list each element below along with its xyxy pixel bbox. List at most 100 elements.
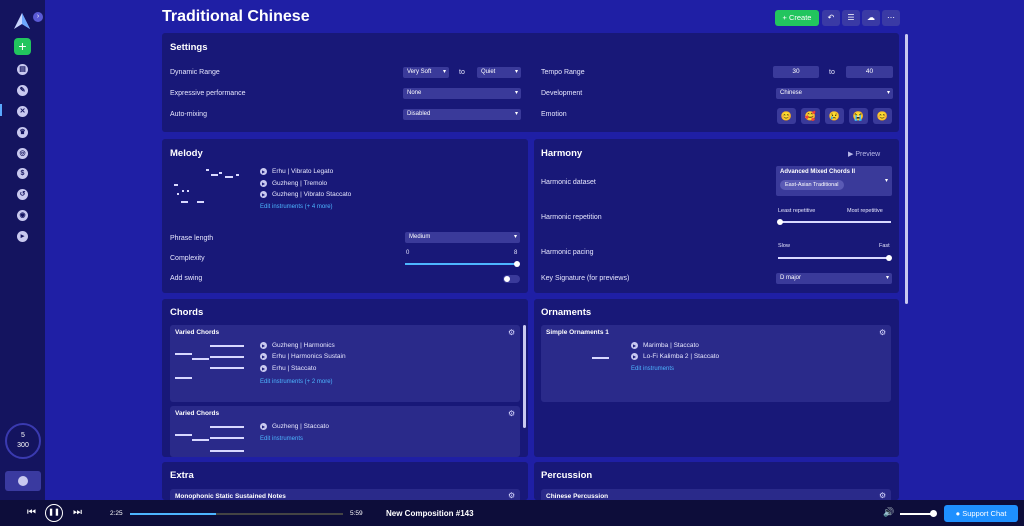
swing-toggle-knob (504, 276, 510, 282)
repetition-max-label: Most repetitive (847, 208, 883, 214)
chords-block-1-instrument-1[interactable]: Guzheng | Harmonics (260, 342, 335, 349)
progress-bar[interactable] (130, 513, 343, 515)
emotion-happy-button[interactable]: 😊 (777, 108, 796, 124)
melody-edit-instruments-link[interactable]: Edit instruments (+ 4 more) (260, 204, 333, 210)
pacing-slider-knob[interactable] (886, 255, 892, 261)
chords-block-1-instrument-2[interactable]: Erhu | Harmonics Sustain (260, 353, 346, 360)
credits-bottom: 300 (17, 442, 29, 449)
credits-indicator[interactable]: 5 300 (5, 423, 41, 459)
automixing-label: Auto-mixing (170, 111, 207, 118)
chords-block-1-gear-icon[interactable]: ⚙ (508, 328, 515, 337)
volume-icon[interactable]: 🔊 (883, 507, 894, 518)
repetition-min-label: Least repetitive (778, 208, 816, 214)
melody-instrument-2[interactable]: Guzheng | Tremolo (260, 180, 327, 187)
extra-panel: Extra Monophonic Static Sustained Notes … (162, 462, 528, 500)
phrase-length-select[interactable]: Medium (405, 232, 520, 243)
chords-block-2-instrument-1[interactable]: Guzheng | Staccato (260, 423, 329, 430)
complexity-min: 0 (406, 250, 410, 256)
harmonic-dataset-tag: East-Asian Traditional (780, 180, 844, 190)
sidebar-item-compose[interactable]: ✕ (17, 106, 28, 117)
sidebar-item-discord[interactable]: ◉ (17, 210, 28, 221)
ornaments-block-gear-icon[interactable]: ⚙ (879, 328, 886, 337)
profile-button[interactable] (5, 471, 41, 491)
harmonic-dataset-select[interactable]: Advanced Mixed Chords II East-Asian Trad… (776, 166, 892, 196)
list-button[interactable]: ☰ (842, 10, 860, 26)
logo-icon[interactable] (11, 10, 33, 32)
percussion-block-gear-icon[interactable]: ⚙ (879, 491, 886, 500)
main-scrollbar[interactable] (905, 34, 908, 304)
add-composition-button[interactable]: + (14, 38, 31, 55)
sidebar-item-history[interactable]: ↺ (17, 189, 28, 200)
sidebar-item-community[interactable]: ◎ (17, 148, 28, 159)
ornaments-instrument-1[interactable]: Marimba | Staccato (631, 342, 699, 349)
ornaments-block-title: Simple Ornaments 1 (546, 329, 609, 336)
sidebar-item-feed[interactable]: ▤ (17, 64, 28, 75)
complexity-max: 8 (514, 250, 518, 256)
create-button[interactable]: + Create (775, 10, 819, 26)
active-indicator (0, 104, 2, 116)
chords-block-1-instrument-3[interactable]: Erhu | Staccato (260, 365, 316, 372)
settings-title: Settings (170, 42, 208, 53)
dynamic-range-from-select[interactable]: Very Soft (403, 67, 449, 78)
more-button[interactable]: ⋯ (882, 10, 900, 26)
volume-slider[interactable] (900, 513, 933, 515)
tempo-to-word: to (829, 69, 835, 76)
chords-block-1-title: Varied Chords (175, 329, 220, 336)
ornaments-preview-graphic (592, 357, 609, 359)
progress-fill (130, 513, 217, 515)
ornaments-instrument-2[interactable]: Lo-Fi Kalimba 2 | Staccato (631, 353, 719, 360)
ornaments-edit-link[interactable]: Edit instruments (631, 366, 674, 372)
tempo-to-input[interactable]: 40 (846, 66, 893, 78)
development-select[interactable]: Chinese (776, 88, 893, 99)
harmony-preview-button[interactable]: ▶ Preview (848, 150, 880, 158)
next-track-icon[interactable]: ⏭ (73, 507, 82, 518)
chords-block-2-gear-icon[interactable]: ⚙ (508, 409, 515, 418)
chords-block-1: Varied Chords ⚙ Guzheng | Harmonics Erhu… (170, 325, 520, 402)
pause-button[interactable]: ❚❚ (45, 504, 63, 522)
repetition-slider-track[interactable] (778, 221, 891, 223)
swing-toggle[interactable] (503, 275, 520, 283)
sidebar-item-edit[interactable]: ✎ (17, 85, 28, 96)
emotion-smile-button[interactable]: 😊 (873, 108, 892, 124)
pacing-slider-track[interactable] (778, 257, 891, 259)
extra-block-gear-icon[interactable]: ⚙ (508, 491, 515, 500)
support-chat-button[interactable]: ● Support Chat (944, 505, 1018, 522)
pacing-min-label: Slow (778, 243, 790, 249)
automixing-select[interactable]: Disabled (403, 109, 521, 120)
song-title: New Composition #143 (386, 509, 474, 518)
chords-block-2-edit-link[interactable]: Edit instruments (260, 436, 303, 442)
tempo-from-input[interactable]: 30 (773, 66, 819, 78)
repetition-slider-knob[interactable] (777, 219, 783, 225)
download-button[interactable]: ☁ (862, 10, 880, 26)
key-signature-select[interactable]: D major (776, 273, 892, 284)
player-bar: ⏮ ❚❚ ⏭ 2:25 5:59 New Composition #143 🔊 (0, 500, 1024, 526)
melody-instrument-3[interactable]: Guzheng | Vibrato Staccato (260, 191, 351, 198)
emotion-love-button[interactable]: 🥰 (801, 108, 820, 124)
create-button-label: Create (788, 13, 812, 22)
percussion-title: Percussion (541, 470, 593, 481)
emotion-crying-button[interactable]: 😭 (849, 108, 868, 124)
expressive-select[interactable]: None (403, 88, 521, 99)
percussion-block-title: Chinese Percussion (546, 493, 609, 500)
harmony-preview-label: Preview (855, 151, 881, 158)
volume-knob[interactable] (930, 510, 937, 517)
melody-instrument-1[interactable]: Erhu | Vibrato Legato (260, 168, 333, 175)
harmonic-dataset-value: Advanced Mixed Chords II (780, 169, 856, 175)
dynamic-range-to-select[interactable]: Quiet (477, 67, 521, 78)
harmony-title: Harmony (541, 148, 583, 159)
sidebar-item-trophy[interactable]: ♛ (17, 127, 28, 138)
collapse-sidebar-button[interactable]: › (33, 12, 43, 22)
expressive-label: Expressive performance (170, 90, 246, 97)
sidebar-item-billing[interactable]: $ (17, 168, 28, 179)
sidebar-item-play[interactable]: ▸ (17, 231, 28, 242)
chords-block-1-edit-link[interactable]: Edit instruments (+ 2 more) (260, 379, 333, 385)
complexity-slider-track[interactable] (405, 263, 518, 265)
undo-button[interactable]: ↶ (822, 10, 840, 26)
chords-block-2-title: Varied Chords (175, 410, 220, 417)
emotion-sad-button[interactable]: 😢 (825, 108, 844, 124)
user-icon (18, 476, 28, 486)
dynamic-range-to-word: to (459, 69, 465, 76)
chords-scrollbar[interactable] (523, 325, 526, 428)
previous-track-icon[interactable]: ⏮ (27, 507, 36, 518)
complexity-slider-knob[interactable] (514, 261, 520, 267)
